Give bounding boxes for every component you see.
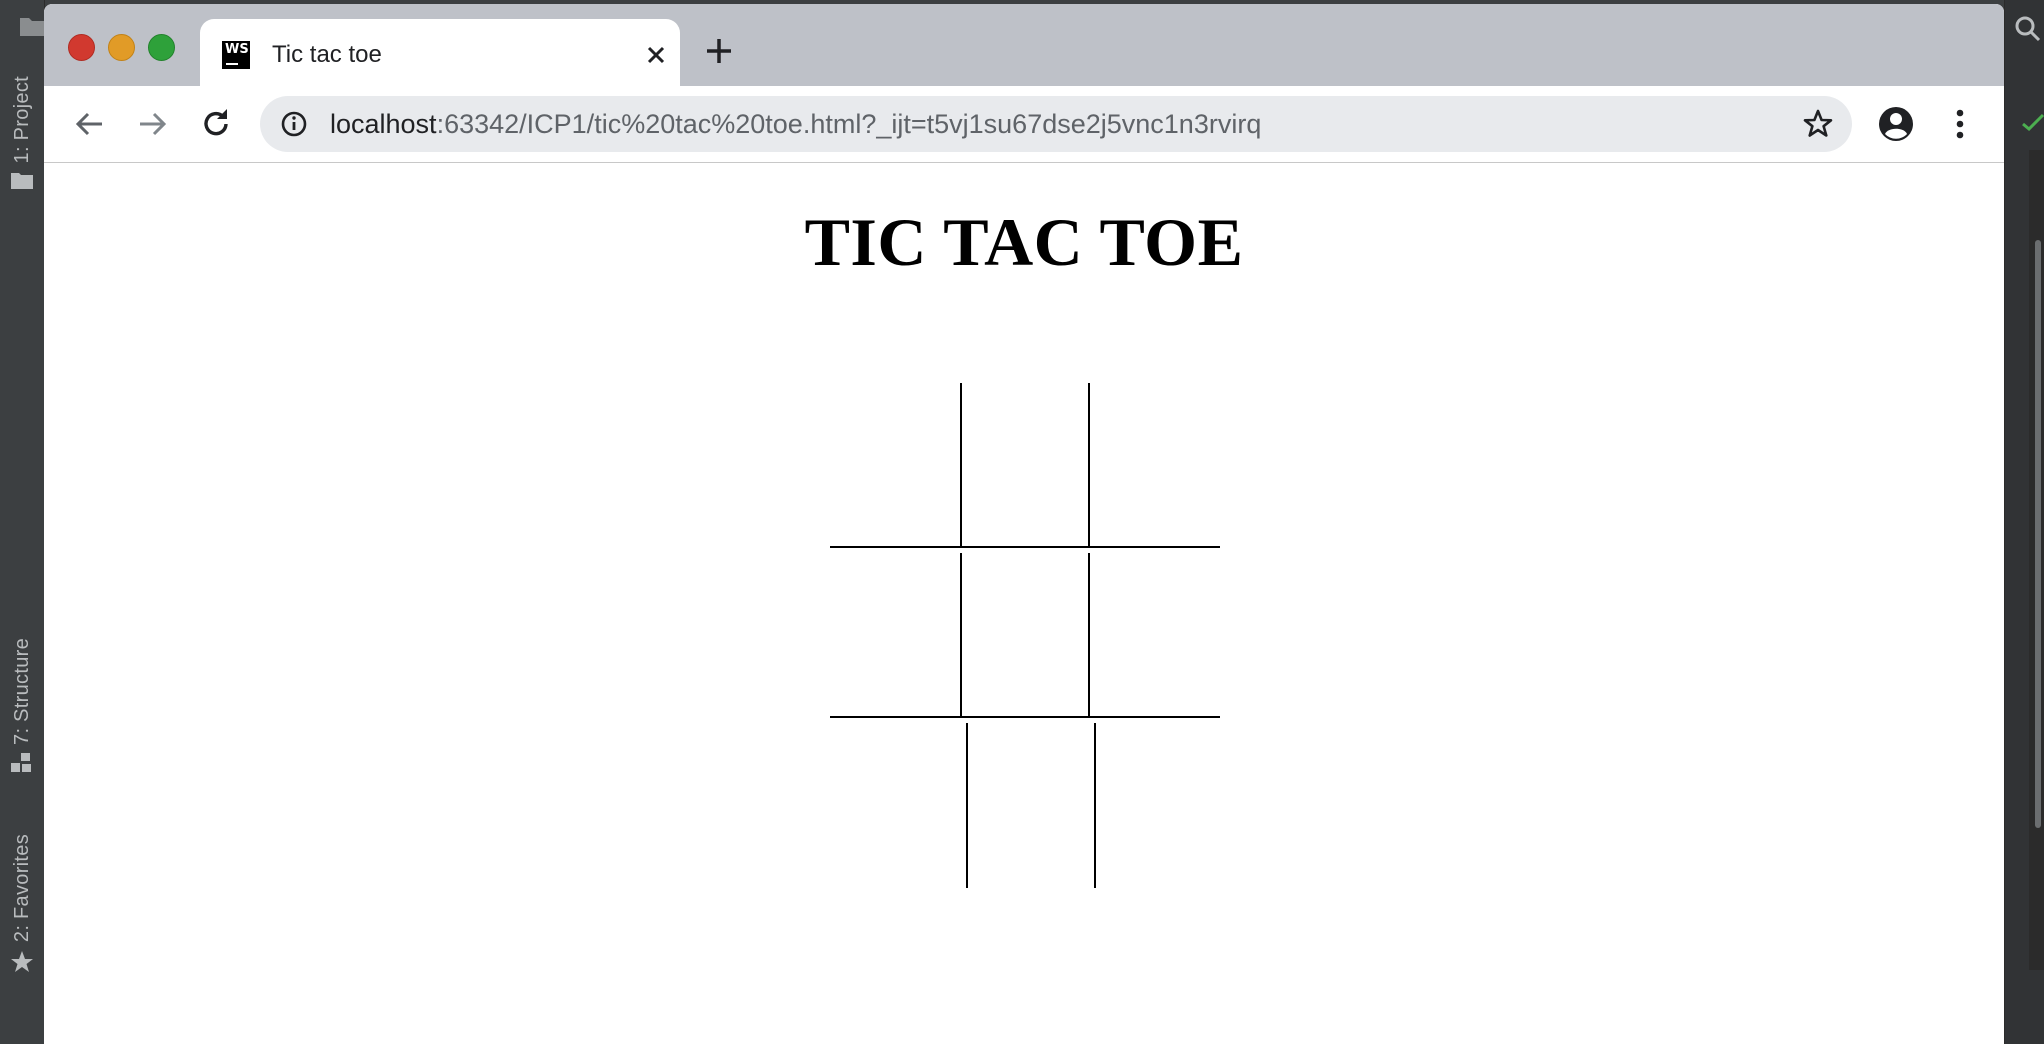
- window-minimize-button[interactable]: [108, 34, 135, 61]
- star-icon[interactable]: [1802, 108, 1834, 140]
- board-cell[interactable]: [830, 553, 960, 718]
- tab-title: Tic tac toe: [272, 41, 382, 68]
- board-cell[interactable]: [1096, 723, 1226, 888]
- browser-toolbar: localhost:63342/ICP1/tic%20tac%20toe.htm…: [44, 86, 2004, 163]
- board-cell[interactable]: [966, 723, 1096, 888]
- board-cell[interactable]: [960, 553, 1090, 718]
- ide-tab-project[interactable]: 1: Project: [0, 76, 44, 190]
- ide-tab-project-label: 1: Project: [10, 76, 33, 164]
- board-cell[interactable]: [836, 723, 966, 888]
- browser-tab-active[interactable]: WS Tic tac toe: [200, 19, 680, 86]
- ide-right-strip: [2004, 0, 2044, 1044]
- page-content: TIC TAC TOE: [44, 163, 2004, 1044]
- folder-icon: [11, 173, 33, 190]
- address-bar[interactable]: localhost:63342/ICP1/tic%20tac%20toe.htm…: [260, 96, 1852, 152]
- check-icon: [2022, 113, 2044, 132]
- arrow-left-icon[interactable]: [70, 104, 110, 144]
- plus-icon[interactable]: [704, 36, 734, 66]
- page-title: TIC TAC TOE: [804, 204, 1244, 280]
- webstorm-favicon-icon: WS: [222, 41, 250, 69]
- reload-icon[interactable]: [196, 104, 236, 144]
- tab-strip: WS Tic tac toe: [44, 4, 2004, 86]
- more-vert-icon[interactable]: [1940, 104, 1980, 144]
- url-text: localhost:63342/ICP1/tic%20tac%20toe.htm…: [330, 109, 1261, 140]
- browser-window: WS Tic tac toe localhost:63342/ICP1/tic%…: [44, 4, 2004, 1044]
- board-cell[interactable]: [1090, 553, 1220, 718]
- favicon-text: WS: [225, 42, 249, 57]
- star-icon: [11, 951, 33, 973]
- ide-tab-structure-label: 7: Structure: [10, 638, 33, 745]
- window-maximize-button[interactable]: [148, 34, 175, 61]
- arrow-right-icon[interactable]: [132, 104, 172, 144]
- ide-tab-favorites[interactable]: 2: Favorites: [0, 834, 44, 974]
- folder-icon: [20, 18, 46, 36]
- url-host: localhost: [330, 109, 437, 139]
- info-icon[interactable]: [280, 110, 308, 138]
- url-path: :63342/ICP1/tic%20tac%20toe.html?_ijt=t5…: [436, 109, 1262, 139]
- structure-icon: [11, 752, 31, 772]
- account-circle-icon[interactable]: [1876, 104, 1916, 144]
- ide-scrollbar-thumb[interactable]: [2035, 240, 2041, 828]
- search-icon[interactable]: [2013, 14, 2043, 44]
- board-cell[interactable]: [830, 383, 960, 548]
- tic-tac-toe-board: [830, 383, 1230, 893]
- close-icon[interactable]: [640, 39, 672, 71]
- board-cell[interactable]: [960, 383, 1090, 548]
- window-close-button[interactable]: [68, 34, 95, 61]
- ide-left-toolstrip: 1: Project 7: Structure 2: Favorites: [0, 0, 46, 1044]
- ide-tab-favorites-label: 2: Favorites: [10, 834, 33, 943]
- ide-tab-structure[interactable]: 7: Structure: [0, 638, 44, 773]
- board-cell[interactable]: [1090, 383, 1220, 548]
